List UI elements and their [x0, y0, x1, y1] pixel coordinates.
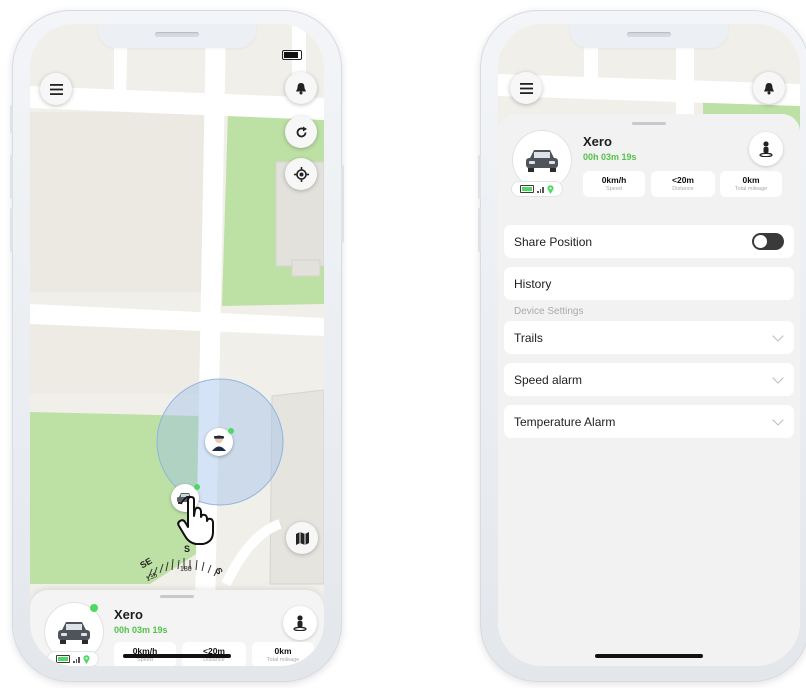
trails-row[interactable]: Trails — [504, 321, 794, 354]
history-row[interactable]: History — [504, 267, 794, 300]
bell-icon — [296, 82, 306, 94]
stat-mileage-label: Total mileage — [266, 657, 300, 663]
trails-label: Trails — [514, 330, 543, 345]
car-icon — [526, 150, 558, 172]
map-icon — [295, 531, 309, 545]
person-pin-icon — [293, 615, 307, 631]
notch — [570, 24, 728, 48]
online-dot — [194, 484, 200, 490]
menu-icon — [49, 83, 63, 95]
speed-alarm-label: Speed alarm — [514, 372, 583, 387]
home-indicator — [123, 654, 231, 658]
speed-alarm-row[interactable]: Speed alarm — [504, 363, 794, 396]
share-position-label: Share Position — [514, 234, 593, 249]
person-pin-button[interactable] — [749, 132, 783, 166]
notch — [98, 24, 256, 48]
person-avatar-icon — [212, 435, 226, 451]
online-dot — [90, 604, 98, 612]
device-settings-heading: Device Settings — [514, 306, 584, 317]
home-indicator — [595, 654, 703, 658]
battery-indicator — [282, 50, 302, 60]
share-position-toggle[interactable] — [752, 233, 784, 250]
chevron-down-icon — [772, 329, 784, 342]
power-button — [341, 165, 344, 243]
stat-speed-value: 0km/h — [601, 175, 627, 185]
device-status-pill — [48, 652, 98, 666]
hand-cursor-icon — [177, 496, 214, 545]
stat-mileage: 0km Total mileage — [720, 171, 782, 197]
signal-icon — [537, 186, 544, 193]
signal-icon — [73, 656, 80, 663]
right-phone: Xero 00h 03m 19s 0km/h Speed <20m Distance… — [478, 10, 806, 682]
stat-mileage-value: 0km — [274, 646, 292, 656]
side-button — [478, 208, 481, 252]
stat-mileage-value: 0km — [742, 175, 760, 185]
stat-mileage-label: Total mileage — [734, 186, 768, 192]
battery-icon — [520, 185, 535, 193]
map-screen: SE S S 135 180 Xero 00h 03m 19s 0km/h Sp… — [30, 24, 324, 666]
device-sheet: Xero 00h 03m 19s 0km/h Speed <20m Distance… — [498, 114, 800, 666]
person-marker[interactable] — [205, 428, 234, 456]
side-button — [10, 208, 13, 252]
device-duration: 00h 03m 19s — [114, 625, 168, 635]
stat-distance-label: Distance — [672, 186, 694, 192]
notifications-button[interactable] — [753, 72, 785, 104]
drag-handle[interactable] — [160, 595, 194, 598]
car-icon — [58, 622, 90, 644]
compass-degree-180: 180 — [180, 566, 192, 573]
device-name: Xero — [583, 134, 612, 149]
refresh-button[interactable] — [285, 116, 317, 148]
map-layers-button[interactable] — [286, 522, 318, 554]
person-pin-button[interactable] — [283, 606, 317, 640]
person-pin-icon — [759, 141, 773, 157]
battery-icon — [56, 655, 71, 663]
side-button — [10, 105, 13, 133]
device-name: Xero — [114, 607, 143, 622]
device-avatar — [512, 130, 572, 190]
menu-button[interactable] — [40, 73, 72, 105]
share-position-row[interactable]: Share Position — [504, 225, 794, 258]
stat-speed: 0km/h Speed — [583, 171, 645, 197]
location-pin-icon — [547, 184, 554, 194]
bell-icon — [764, 82, 774, 94]
stat-speed-label: Speed — [606, 186, 622, 192]
temperature-alarm-label: Temperature Alarm — [514, 414, 616, 429]
refresh-icon — [296, 126, 307, 137]
locate-icon — [293, 166, 309, 182]
side-button — [10, 155, 13, 199]
location-pin-icon — [83, 654, 90, 664]
stat-mileage: 0km Total mileage — [252, 642, 314, 666]
notifications-button[interactable] — [285, 72, 317, 104]
stat-distance-value: <20m — [672, 175, 694, 185]
device-status-pill — [512, 182, 562, 196]
chevron-down-icon — [772, 413, 784, 426]
online-dot — [228, 428, 234, 434]
settings-screen: Xero 00h 03m 19s 0km/h Speed <20m Distance… — [498, 24, 800, 666]
menu-icon — [519, 82, 533, 94]
device-duration: 00h 03m 19s — [583, 152, 637, 162]
temperature-alarm-row[interactable]: Temperature Alarm — [504, 405, 794, 438]
side-button — [478, 155, 481, 199]
left-phone: SE S S 135 180 Xero 00h 03m 19s 0km/h Sp… — [10, 10, 344, 682]
map-view[interactable] — [30, 24, 324, 666]
stat-distance: <20m Distance — [651, 171, 715, 197]
history-label: History — [514, 276, 552, 291]
drag-handle[interactable] — [632, 122, 666, 125]
chevron-down-icon — [772, 371, 784, 384]
menu-button[interactable] — [510, 72, 542, 104]
locate-button[interactable] — [285, 158, 317, 190]
